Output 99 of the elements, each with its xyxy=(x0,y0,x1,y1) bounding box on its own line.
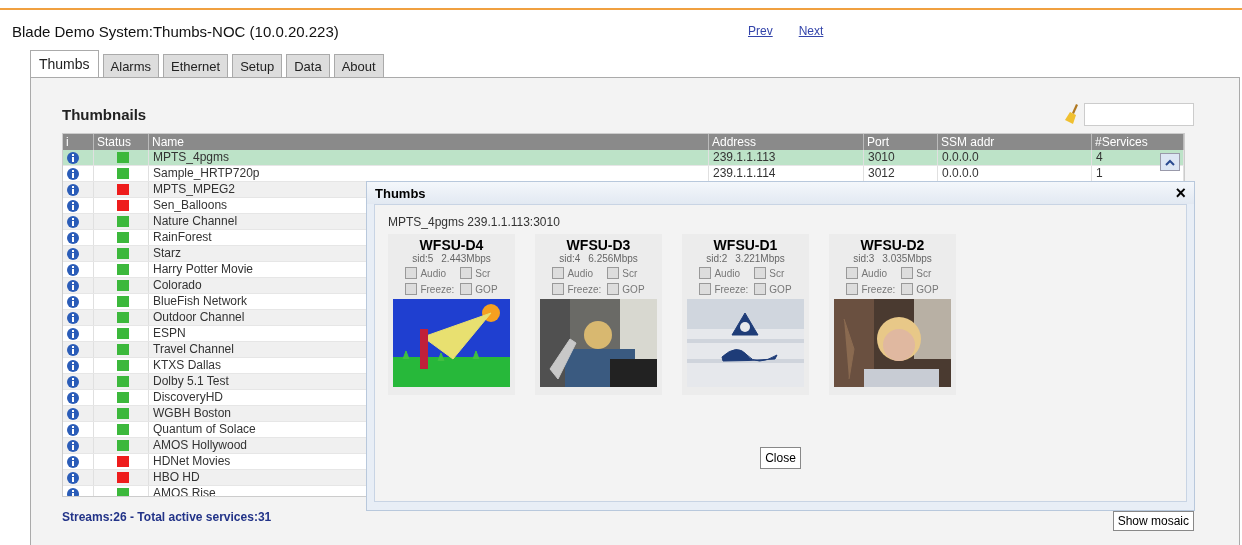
table-cell: HDNet Movies xyxy=(153,454,231,469)
page-title: Blade Demo System:Thumbs-NOC (10.0.20.223) xyxy=(12,22,340,40)
tab[interactable]: Ethernet xyxy=(163,54,229,77)
option-checkbox[interactable]: Scr xyxy=(754,265,792,281)
table-cell: 1 xyxy=(1096,166,1103,181)
caret-icon xyxy=(1165,158,1175,166)
info-icon[interactable] xyxy=(67,231,79,244)
table-cell: Starz xyxy=(153,246,181,261)
info-icon[interactable] xyxy=(67,439,79,452)
info-icon[interactable] xyxy=(67,263,79,276)
table-row[interactable]: MPTS_4pgms 239.1.1.113 3010 0.0.0.0 4 xyxy=(63,150,1184,166)
service-id: sid:4 xyxy=(559,253,581,264)
option-checkbox[interactable]: GOP xyxy=(607,281,645,297)
option-checkbox[interactable]: Freeze: xyxy=(699,281,749,297)
bitrate: 3.035Mbps xyxy=(882,253,932,264)
info-icon[interactable] xyxy=(67,375,79,388)
close-button[interactable]: × xyxy=(1175,184,1186,202)
option-checkbox[interactable]: Audio xyxy=(405,265,455,281)
table-cell: 239.1.1.113 xyxy=(713,150,776,165)
option-checkbox[interactable]: Audio xyxy=(846,265,896,281)
option-checkbox[interactable]: Freeze: xyxy=(552,281,602,297)
scroll-up-button[interactable] xyxy=(1160,153,1180,171)
info-icon[interactable] xyxy=(67,247,79,260)
tab[interactable]: About xyxy=(333,54,384,77)
option-checkbox[interactable]: Audio xyxy=(552,265,602,281)
table-cell: Outdoor Channel xyxy=(153,310,245,325)
table-cell: 239.1.1.114 xyxy=(713,166,776,181)
tab[interactable]: Thumbs xyxy=(30,50,99,77)
tab[interactable]: Alarms xyxy=(102,54,160,77)
option-checkbox[interactable]: GOP xyxy=(901,281,939,297)
table-cell: DiscoveryHD xyxy=(153,390,223,405)
table-cell: HBO HD xyxy=(153,470,200,485)
info-icon[interactable] xyxy=(67,295,79,308)
summary-text: Streams:26 - Total active services:31 xyxy=(62,510,272,524)
tab[interactable]: Data xyxy=(286,54,330,77)
option-checkbox[interactable]: Scr xyxy=(901,265,939,281)
info-icon[interactable] xyxy=(67,455,79,468)
stream-info: MPTS_4pgms 239.1.1.113:3010 xyxy=(388,215,561,229)
option-checkbox[interactable]: Freeze: xyxy=(846,281,896,297)
service-id: sid:5 xyxy=(412,253,434,264)
table-cell: 4 xyxy=(1096,150,1103,165)
option-checkbox[interactable]: Scr xyxy=(460,265,498,281)
service-id: sid:2 xyxy=(706,253,728,264)
info-icon[interactable] xyxy=(67,423,79,436)
dialog-title: Thumbs xyxy=(375,185,426,201)
info-icon[interactable] xyxy=(67,343,79,356)
info-icon[interactable] xyxy=(67,391,79,404)
info-icon[interactable] xyxy=(67,167,79,180)
show-mosaic-button[interactable]: Show mosaic xyxy=(1112,511,1194,531)
bitrate: 3.221Mbps xyxy=(735,253,785,264)
info-icon[interactable] xyxy=(67,359,79,372)
service-id: sid:3 xyxy=(853,253,875,264)
option-checkbox[interactable]: GOP xyxy=(460,281,498,297)
info-icon[interactable] xyxy=(67,151,79,164)
table-cell: BlueFish Network xyxy=(153,294,248,309)
table-cell: 3010 xyxy=(868,150,895,165)
table-cell: Nature Channel xyxy=(153,214,238,229)
tab[interactable]: Setup xyxy=(232,54,283,77)
nav-link[interactable]: Prev xyxy=(748,24,773,38)
info-icon[interactable] xyxy=(67,327,79,340)
option-checkbox[interactable]: Scr xyxy=(607,265,645,281)
table-cell: KTXS Dallas xyxy=(153,358,222,373)
bitrate: 6.256Mbps xyxy=(588,253,638,264)
table-cell: Sample_HRTP720p xyxy=(153,166,260,181)
search-field[interactable] xyxy=(1084,102,1194,126)
service-name: WFSU-D3 xyxy=(566,237,631,253)
info-icon[interactable] xyxy=(67,311,79,324)
table-cell: 0.0.0.0 xyxy=(942,150,979,165)
table-cell: Harry Potter Movie xyxy=(153,262,254,277)
table-cell: Sen_Balloons xyxy=(153,198,228,213)
table-cell: WGBH Boston xyxy=(153,406,232,421)
table-cell: ESPN xyxy=(153,326,186,341)
table-cell: Travel Channel xyxy=(153,342,234,357)
info-icon[interactable] xyxy=(67,407,79,420)
table-cell: AMOS Hollywood xyxy=(153,438,248,453)
service-name: WFSU-D2 xyxy=(860,237,925,253)
info-icon[interactable] xyxy=(67,471,79,484)
service-name: WFSU-D4 xyxy=(419,237,484,253)
table-cell: Dolby 5.1 Test xyxy=(153,374,229,389)
table-cell: 3012 xyxy=(868,166,895,181)
info-icon[interactable] xyxy=(67,487,79,496)
nav-link[interactable]: Next xyxy=(798,24,824,38)
table-cell: Quantum of Solace xyxy=(153,422,256,437)
service-name: WFSU-D1 xyxy=(713,237,778,253)
info-icon[interactable] xyxy=(67,183,79,196)
table-cell: Colorado xyxy=(153,278,202,293)
table-cell: MPTS_MPEG2 xyxy=(153,182,236,197)
bitrate: 2.443Mbps xyxy=(441,253,491,264)
info-icon[interactable] xyxy=(67,279,79,292)
section-title: Thumbnails xyxy=(62,105,147,123)
table-cell: RainForest xyxy=(153,230,212,245)
info-icon[interactable] xyxy=(67,199,79,212)
table-cell: 0.0.0.0 xyxy=(942,166,979,181)
option-checkbox[interactable]: Freeze: xyxy=(405,281,455,297)
option-checkbox[interactable]: Audio xyxy=(699,265,749,281)
table-cell: MPTS_4pgms xyxy=(153,150,230,165)
option-checkbox[interactable]: GOP xyxy=(754,281,792,297)
info-icon[interactable] xyxy=(67,215,79,228)
close-button[interactable]: Close xyxy=(760,447,801,469)
